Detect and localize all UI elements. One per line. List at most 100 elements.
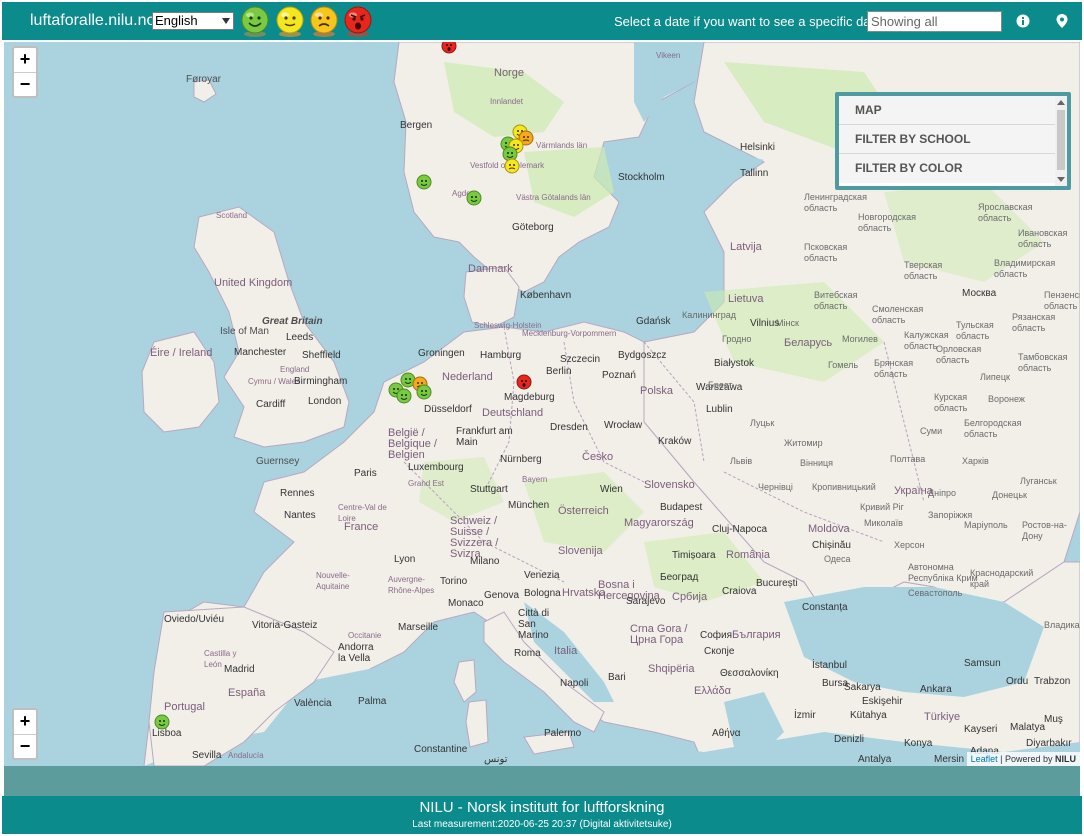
- label-chernivtsi: Чернівці: [758, 482, 793, 492]
- label-chisinau: Chișinău: [812, 540, 851, 551]
- label-srbija: Србија: [672, 591, 708, 603]
- label-tula: Тульская область: [956, 320, 994, 341]
- label-novgorod: Новгородская область: [858, 212, 916, 233]
- label-nederland: Nederland: [442, 371, 493, 383]
- map-view[interactable]: Føroyar Scotland United Kingdom Great Br…: [4, 42, 1080, 766]
- label-sofia: София: [700, 630, 733, 641]
- label-norge: Norge: [494, 67, 524, 79]
- label-smolensk: Смоленская область: [872, 304, 924, 325]
- label-kherson: Херсон: [894, 540, 925, 550]
- label-kutahya: Kütahya: [850, 710, 887, 721]
- scroll-thumb[interactable]: [1057, 110, 1065, 170]
- label-isle-of-man: Isle of Man: [220, 326, 269, 337]
- poor-face-icon[interactable]: [308, 4, 340, 38]
- label-wales: Cymru / Wales: [248, 377, 301, 386]
- map-attribution: Leaflet | Powered by NILU: [966, 752, 1080, 766]
- label-sheffield: Sheffield: [302, 350, 341, 361]
- label-scotland: Scotland: [216, 211, 248, 220]
- label-italia: Italia: [554, 645, 578, 657]
- layer-map[interactable]: MAP: [839, 96, 1055, 125]
- marker-oslo-yellow-3[interactable]: [504, 158, 520, 174]
- label-stockholm: Stockholm: [618, 172, 665, 183]
- scroll-up-icon[interactable]: [1057, 100, 1065, 105]
- label-kaliningrad: Калининград: [682, 310, 737, 320]
- label-athina: Αθήνα: [712, 728, 741, 739]
- zoom-in-button[interactable]: +: [14, 48, 36, 72]
- label-bergen: Bergen: [400, 120, 433, 131]
- marker-agder-green[interactable]: [416, 174, 432, 190]
- label-tunis: تونس: [484, 754, 508, 765]
- label-innlandet: Innlandet: [490, 97, 523, 106]
- label-tallinn: Tallinn: [740, 168, 769, 179]
- top-bar: luftaforalle.nilu.no English Select a da…: [2, 2, 1082, 40]
- label-guernsey: Guernsey: [256, 456, 300, 467]
- scroll-down-icon[interactable]: [1057, 177, 1065, 182]
- label-kryvyi-rih: Кривий Ріг: [860, 502, 904, 512]
- label-poltava: Полтава: [890, 454, 926, 464]
- powered-by-text: | Powered by: [1000, 754, 1053, 764]
- layer-filter-by-school[interactable]: FILTER BY SCHOOL: [839, 125, 1055, 154]
- moderate-face-icon[interactable]: [274, 4, 306, 38]
- marker-north-red[interactable]: [441, 42, 457, 54]
- label-tver: Тверская область: [904, 260, 943, 281]
- label-luxembourg: Luxembourg: [408, 462, 464, 473]
- layer-panel-scrollbar[interactable]: [1055, 96, 1067, 186]
- label-nurnberg: Nürnberg: [500, 454, 542, 465]
- zoom-out-button[interactable]: −: [14, 72, 36, 96]
- label-vitoria: Vitoria-Gasteiz: [252, 620, 318, 631]
- marker-nl-green-4[interactable]: [416, 384, 432, 400]
- label-wroclaw: Wrocław: [604, 420, 643, 431]
- label-vitebsk: Витебская область: [814, 290, 858, 311]
- label-shqiperia: Shqipëria: [648, 663, 695, 675]
- label-cardiff: Cardiff: [256, 399, 286, 410]
- label-uk: United Kingdom: [214, 277, 293, 289]
- label-andalucia: Andalucía: [228, 751, 264, 760]
- label-antalya: Antalya: [858, 754, 892, 765]
- label-kaluga: Калужская область: [904, 330, 949, 351]
- label-sakarya: Sakarya: [844, 682, 881, 693]
- marker-lisboa-green[interactable]: [154, 714, 170, 730]
- zoom-in-button-bottom[interactable]: +: [14, 710, 36, 734]
- leaflet-link[interactable]: Leaflet: [971, 754, 998, 764]
- label-yaroslavl: Ярославская область: [978, 202, 1033, 223]
- label-belgorod: Белгородская область: [964, 418, 1022, 439]
- date-input[interactable]: Showing all: [867, 11, 1002, 32]
- label-balgariya: България: [732, 629, 781, 641]
- good-face-icon[interactable]: [239, 4, 271, 38]
- label-mahilyow: Могилев: [842, 334, 878, 344]
- language-select[interactable]: English: [152, 12, 234, 30]
- label-bydgoszcz: Bydgoszcz: [618, 350, 667, 361]
- label-leningrad: Ленинградская область: [804, 192, 867, 213]
- label-kursk: Курская область: [934, 392, 968, 413]
- label-england: England: [280, 365, 310, 374]
- zoom-out-button-bottom[interactable]: −: [14, 734, 36, 758]
- label-bucuresti: București: [756, 578, 798, 589]
- nilu-link[interactable]: NILU: [1055, 754, 1076, 764]
- label-kobenhavn: København: [520, 290, 572, 301]
- label-ivanovo: Ивановская область: [1018, 228, 1068, 249]
- label-gb: Great Britain: [262, 316, 323, 327]
- site-name[interactable]: luftaforalle.nilu.no: [30, 12, 155, 30]
- label-bologna: Bologna: [524, 588, 561, 599]
- label-madrid: Madrid: [224, 664, 255, 675]
- label-mersin: Mersin: [934, 754, 965, 765]
- label-birmingham: Birmingham: [294, 376, 348, 387]
- marker-nl-green-3[interactable]: [396, 388, 412, 404]
- marker-magdeburg-red[interactable]: [516, 374, 532, 390]
- label-eskisehir: Eskişehir: [862, 696, 903, 707]
- map-marker-icon[interactable]: [1055, 13, 1069, 29]
- label-hrodna: Гродно: [722, 334, 752, 344]
- label-berlin: Berlin: [546, 366, 572, 377]
- layer-filter-by-color[interactable]: FILTER BY COLOR: [839, 154, 1055, 183]
- label-bari: Bari: [608, 672, 626, 683]
- label-cluj: Cluj-Napoca: [712, 524, 768, 535]
- label-manchester: Manchester: [234, 347, 287, 358]
- footer-org: NILU - Norsk institutt for luftforskning: [419, 799, 665, 816]
- label-moskva: Москва: [962, 288, 997, 299]
- very-poor-face-icon[interactable]: [342, 4, 374, 38]
- info-icon[interactable]: [1016, 13, 1030, 29]
- label-samsun: Samsun: [964, 658, 1001, 669]
- marker-south-norway-green[interactable]: [466, 190, 482, 206]
- zoom-control-bottom: + −: [12, 708, 38, 760]
- label-lyon: Lyon: [394, 554, 416, 565]
